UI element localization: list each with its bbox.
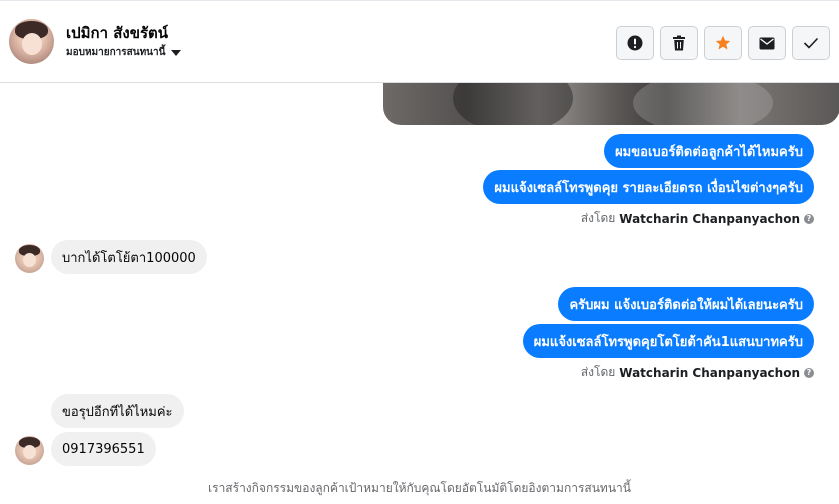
conversation-header: เปมิกา สังขรัตน์ มอบหมายการสนทนานี้ bbox=[0, 0, 839, 83]
sent-by-prefix: ส่งโดย bbox=[580, 365, 616, 379]
contact-avatar-small[interactable] bbox=[15, 436, 44, 465]
question-icon[interactable]: ? bbox=[804, 367, 814, 378]
contact-name[interactable]: เปมิกา สังขรัตน์ bbox=[66, 21, 168, 45]
assign-conversation-label: มอบหมายการสนทนานี้ bbox=[66, 47, 166, 58]
outgoing-message[interactable]: ผมแจ้งเซลล์โทรพูดคุยโตโยต้าคัน1แสนบาทครั… bbox=[522, 324, 814, 358]
contact-avatar[interactable] bbox=[9, 19, 54, 64]
sent-by-prefix: ส่งโดย bbox=[580, 211, 616, 225]
delete-button[interactable] bbox=[660, 26, 698, 60]
envelope-icon bbox=[759, 37, 775, 49]
star-button[interactable] bbox=[704, 26, 742, 60]
assign-conversation-dropdown[interactable]: มอบหมายการสนทนานี้ bbox=[66, 45, 182, 60]
mark-done-button[interactable] bbox=[792, 26, 830, 60]
outgoing-message[interactable]: ครับผม แจ้งเบอร์ติดต่อให้ผมได้เลยนะครับ bbox=[558, 287, 814, 321]
sent-by-label: ส่งโดย Watcharin Chanpanyachon ? bbox=[581, 209, 814, 228]
trash-icon bbox=[673, 35, 685, 51]
incoming-message[interactable]: 0917396551 bbox=[51, 432, 156, 466]
incoming-message[interactable]: บากได้โตโย้ตา100000 bbox=[51, 240, 207, 274]
spam-button[interactable] bbox=[616, 26, 654, 60]
automation-footer-note: เราสร้างกิจกรรมของลูกค้าเป้าหมายให้กับคุ… bbox=[208, 481, 631, 495]
shared-photo-attachment[interactable] bbox=[383, 83, 839, 125]
caret-down-icon bbox=[171, 49, 182, 56]
outgoing-message[interactable]: ผมแจ้งเซลล์โทรพูดคุย รายละเอียดรถ เงื่อน… bbox=[483, 170, 814, 204]
contact-avatar-small[interactable] bbox=[15, 244, 44, 273]
sent-by-label: ส่งโดย Watcharin Chanpanyachon ? bbox=[581, 363, 814, 382]
question-icon[interactable]: ? bbox=[804, 213, 814, 224]
alert-icon bbox=[627, 35, 643, 51]
sender-name: Watcharin Chanpanyachon bbox=[619, 365, 800, 380]
sender-name: Watcharin Chanpanyachon bbox=[619, 211, 800, 226]
incoming-message[interactable]: ขอรุปอีกทีได้ไหมค่ะ bbox=[51, 394, 184, 428]
header-actions bbox=[616, 26, 830, 60]
outgoing-message[interactable]: ผมขอเบอร์ติดต่อลูกค้าได้ไหมครับ bbox=[604, 134, 814, 168]
check-icon bbox=[803, 37, 819, 49]
star-icon bbox=[715, 35, 731, 50]
mark-unread-button[interactable] bbox=[748, 26, 786, 60]
